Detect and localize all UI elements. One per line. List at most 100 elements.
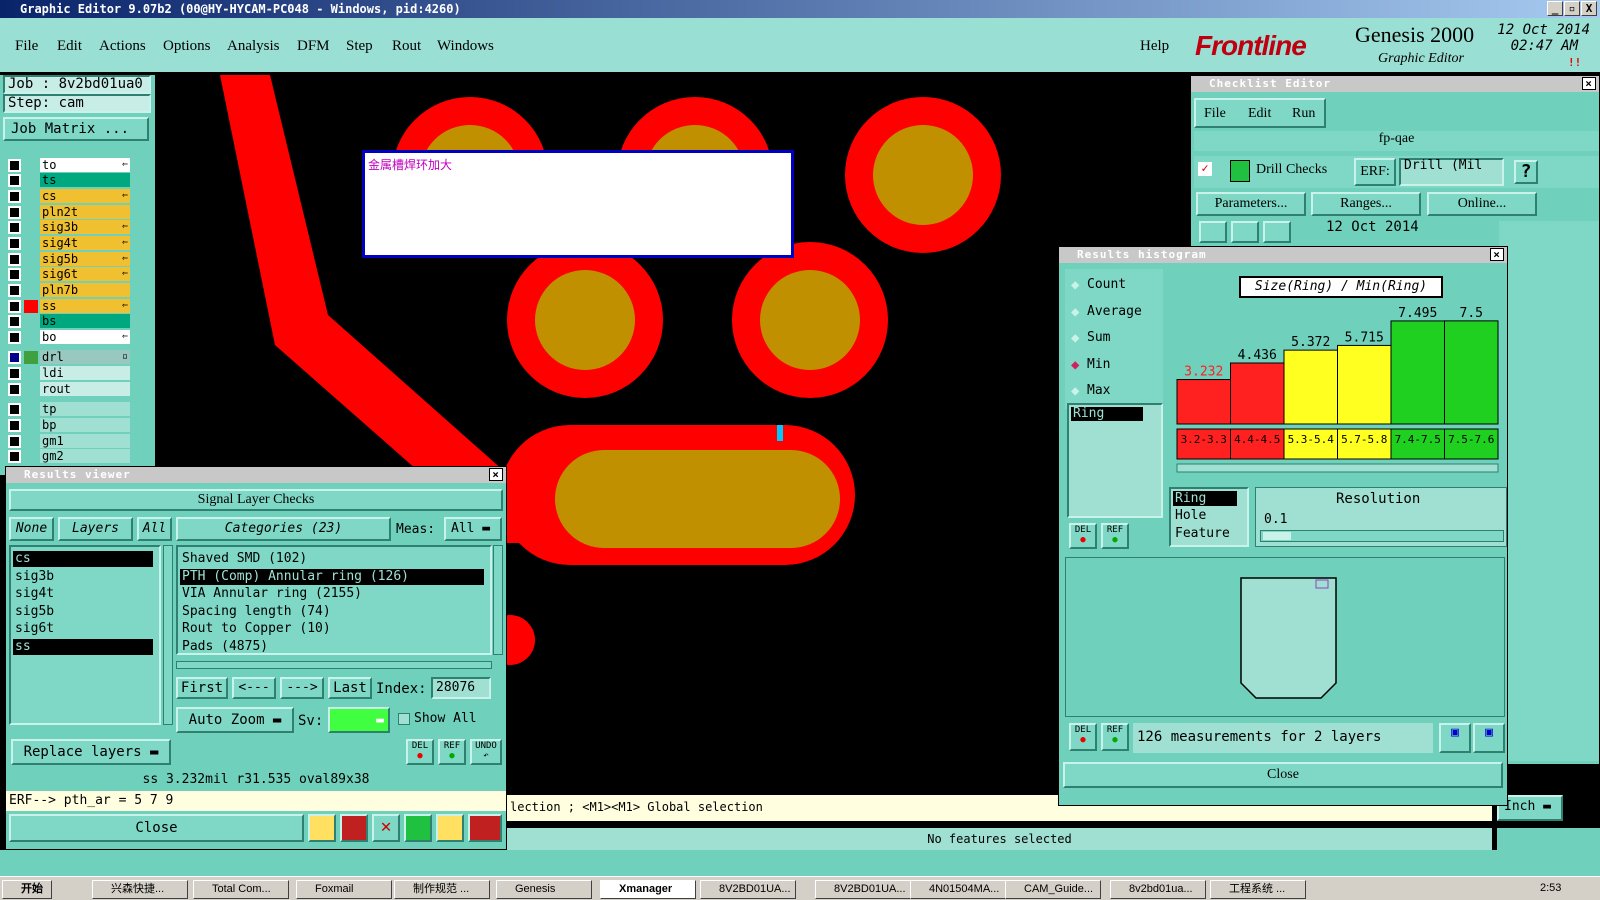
- menu-windows[interactable]: Windows: [437, 38, 494, 55]
- online-button[interactable]: Online...: [1427, 192, 1537, 216]
- ref-button[interactable]: REF ●: [438, 739, 466, 765]
- layer-row-ldi[interactable]: ldi: [8, 366, 130, 380]
- close-window-button[interactable]: X: [1581, 1, 1597, 16]
- layer-result-item[interactable]: sig4t: [13, 586, 153, 602]
- layer-checkbox[interactable]: [8, 367, 21, 380]
- hist-del-button[interactable]: DEL ●: [1069, 523, 1097, 549]
- layer-row-sig4t[interactable]: sig4t ⇐: [8, 236, 130, 250]
- tool-a-icon[interactable]: [308, 814, 336, 842]
- layer-row-bo[interactable]: bo ⇐: [8, 330, 130, 344]
- run-icon-a[interactable]: [1199, 221, 1227, 243]
- metric-list[interactable]: Ring: [1067, 403, 1163, 518]
- layer-row-sig3b[interactable]: sig3b ⇐: [8, 220, 130, 234]
- first-button[interactable]: First: [176, 677, 228, 699]
- layer-row-ts[interactable]: ts: [8, 173, 130, 187]
- resolution-slider-thumb[interactable]: [1263, 532, 1291, 540]
- note-box[interactable]: 金属槽焊环加大: [362, 150, 794, 258]
- next-button[interactable]: --->: [280, 677, 324, 699]
- layer-row-gm1[interactable]: gm1: [8, 434, 130, 448]
- none-button[interactable]: None: [9, 517, 54, 541]
- resolution-slider[interactable]: [1260, 530, 1504, 542]
- layer-name[interactable]: bo ⇐: [40, 330, 130, 344]
- layer-result-item[interactable]: sig6t: [13, 621, 153, 637]
- layer-row-drl[interactable]: drl ▫: [8, 350, 130, 364]
- ranges-button[interactable]: Ranges...: [1311, 192, 1421, 216]
- taskbar-button[interactable]: 4N01504MA...: [910, 880, 1006, 899]
- menu-rout[interactable]: Rout: [392, 38, 421, 55]
- layer-checkbox[interactable]: [8, 351, 21, 364]
- taskbar-button[interactable]: 兴森快捷...: [92, 880, 188, 899]
- layer-row-pln7b[interactable]: pln7b: [8, 283, 130, 297]
- start-button[interactable]: 开始: [2, 880, 52, 899]
- mode-radio-average[interactable]: ◆ Average: [1069, 302, 1142, 322]
- taskbar-button[interactable]: Genesis: [496, 880, 592, 899]
- layer-checkbox[interactable]: [8, 403, 21, 416]
- histogram-bar[interactable]: [1390, 320, 1445, 425]
- checklist-menu-edit[interactable]: Edit: [1248, 106, 1271, 122]
- tool-e-icon[interactable]: [436, 814, 464, 842]
- histogram-bar[interactable]: [1283, 349, 1338, 425]
- category-list[interactable]: Shaved SMD (102) PTH (Comp) Annular ring …: [176, 545, 492, 655]
- layer-checkbox[interactable]: [8, 253, 21, 266]
- layer-result-item[interactable]: sig3b: [13, 569, 153, 585]
- layer-checkbox[interactable]: [8, 190, 21, 203]
- layer-results-list[interactable]: cs sig3b sig4t sig5b sig6t ss: [9, 545, 161, 725]
- layer-row-pln2t[interactable]: pln2t: [8, 205, 130, 219]
- histogram-close-icon[interactable]: ×: [1490, 248, 1504, 261]
- mode-radio-sum[interactable]: ◆ Sum: [1069, 328, 1110, 348]
- layer-checkbox[interactable]: [8, 174, 21, 187]
- menu-step[interactable]: Step: [346, 38, 373, 55]
- category-item[interactable]: Shaved SMD (102): [180, 551, 484, 567]
- meas-select[interactable]: All ▬: [444, 517, 502, 541]
- parameters-button[interactable]: Parameters...: [1196, 192, 1306, 216]
- layers-button[interactable]: Layers: [58, 517, 133, 541]
- menu-dfm[interactable]: DFM: [297, 38, 330, 55]
- help-button[interactable]: ?: [1514, 160, 1538, 184]
- tool-d-icon[interactable]: [404, 814, 432, 842]
- layer-row-tp[interactable]: tp: [8, 402, 130, 416]
- layer-row-sig6t[interactable]: sig6t ⇐: [8, 267, 130, 281]
- export-icon-b[interactable]: ▣: [1473, 723, 1505, 753]
- layer-name[interactable]: tp: [40, 402, 130, 416]
- type-list[interactable]: Ring Hole Feature: [1169, 487, 1249, 547]
- type-item-feature[interactable]: Feature: [1175, 526, 1230, 541]
- taskbar-button[interactable]: 8v2bd01ua...: [1110, 880, 1206, 899]
- del-button[interactable]: DEL ●: [406, 739, 434, 765]
- layer-checkbox[interactable]: [8, 315, 21, 328]
- minimize-button[interactable]: _: [1547, 1, 1563, 16]
- auto-zoom-select[interactable]: Auto Zoom ▬: [176, 707, 294, 733]
- all-button[interactable]: All: [137, 517, 172, 541]
- layer-checkbox[interactable]: [8, 435, 21, 448]
- taskbar-button[interactable]: Foxmail: [296, 880, 392, 899]
- layer-result-item[interactable]: cs: [13, 551, 153, 567]
- taskbar-button[interactable]: 8V2BD01UA...: [815, 880, 911, 899]
- taskbar-button[interactable]: Xmanager: [600, 880, 696, 899]
- layer-name[interactable]: drl ▫: [40, 350, 130, 364]
- taskbar-button[interactable]: 制作规范 ...: [394, 880, 490, 899]
- layer-row-gm2[interactable]: gm2: [8, 449, 130, 463]
- category-item[interactable]: Rout to Copper (10): [180, 621, 484, 637]
- preview-ref-button[interactable]: REF ●: [1101, 723, 1129, 751]
- layer-row-to[interactable]: to ⇐: [8, 158, 130, 172]
- histogram-tool-icon[interactable]: [468, 814, 502, 842]
- checklist-menu-run[interactable]: Run: [1292, 106, 1315, 122]
- layer-name[interactable]: bs: [40, 314, 130, 328]
- checklist-menu-file[interactable]: File: [1204, 106, 1226, 122]
- layer-row-bp[interactable]: bp: [8, 418, 130, 432]
- layer-name[interactable]: rout: [40, 382, 130, 396]
- layer-name[interactable]: pln2t: [40, 205, 130, 219]
- layer-name[interactable]: cs ⇐: [40, 189, 130, 203]
- taskbar-button[interactable]: CAM_Guide...: [1005, 880, 1101, 899]
- layer-checkbox[interactable]: [8, 268, 21, 281]
- erf-field[interactable]: Drill (Mil: [1399, 158, 1504, 186]
- replace-layers-select[interactable]: Replace layers ▬: [11, 739, 171, 765]
- type-item-hole[interactable]: Hole: [1175, 508, 1206, 523]
- layer-row-rout[interactable]: rout: [8, 382, 130, 396]
- layer-result-item[interactable]: ss: [13, 639, 153, 655]
- tool-c-icon[interactable]: ✕: [372, 814, 400, 842]
- histogram-bar[interactable]: [1176, 379, 1231, 425]
- menu-help[interactable]: Help: [1140, 38, 1169, 55]
- layer-row-bs[interactable]: bs: [8, 314, 130, 328]
- hist-ref-button[interactable]: REF ●: [1101, 523, 1129, 549]
- results-viewer-close-icon[interactable]: ×: [489, 468, 503, 481]
